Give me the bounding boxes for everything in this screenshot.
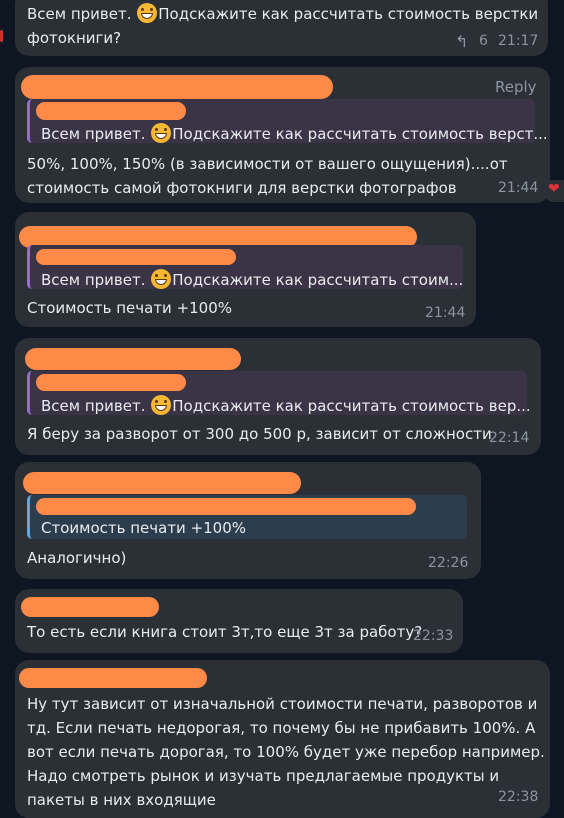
message-line: тд. Если печать недорогая, то почему бы … — [27, 719, 536, 737]
message-bubble-2[interactable]: Reply Всем привет. Подскажите как рассчи… — [15, 67, 550, 203]
message-time: 21:44 — [498, 180, 539, 196]
message-text: То есть если книга стоит 3т,то еще 3т за… — [27, 620, 422, 644]
message-line-rest: Подскажите как рассчитать стоимость верс… — [158, 5, 539, 23]
message-text: 50%, 100%, 150% (в зависимости от вашего… — [27, 152, 508, 200]
message-line: вот если печать дорогая, то 100% будет у… — [27, 743, 545, 761]
message-line: Стоимость печати +100% — [27, 299, 233, 317]
reply-count: 6 — [479, 33, 488, 49]
reply-arrow-icon[interactable]: ↰ — [455, 32, 468, 51]
redacted-quote-author — [36, 249, 236, 265]
redacted-sender-name — [23, 472, 301, 494]
message-bubble-6[interactable]: То есть если книга стоит 3т,то еще 3т за… — [15, 589, 463, 653]
message-line: Ну тут зависит от изначальной стоимости … — [27, 695, 538, 713]
quoted-text: Стоимость печати +100% — [41, 519, 247, 537]
redacted-sender-name — [25, 348, 241, 370]
message-time: 22:14 — [489, 430, 530, 446]
unread-marker — [0, 30, 3, 42]
quoted-text-rest: Подскажите как рассчитать стоим... — [172, 271, 464, 289]
message-time: 22:26 — [428, 555, 469, 571]
message-text: Стоимость печати +100% — [27, 296, 232, 320]
message-text: Аналогично) — [27, 546, 126, 570]
message-bubble-5[interactable]: Стоимость печати +100% Аналогично) 22:26 — [15, 462, 481, 579]
redacted-quote-author — [36, 374, 186, 391]
redacted-sender-name — [21, 597, 159, 617]
message-time: 21:44 — [425, 305, 466, 321]
quoted-text: Всем привет. Подскажите как рассчитать с… — [41, 395, 531, 415]
message-line: Всем привет. Подскажите как рассчитать с… — [27, 3, 539, 23]
quoted-text-rest: Подскажите как рассчитать стоимость верс… — [172, 125, 548, 143]
heart-icon: ❤ — [548, 181, 560, 197]
message-bubble-1[interactable]: Всем привет. Подскажите как рассчитать с… — [15, 0, 548, 56]
message-line: То есть если книга стоит 3т,то еще 3т за… — [27, 623, 423, 641]
message-time: 22:38 — [498, 789, 539, 805]
grinning-emoji-icon — [151, 123, 172, 143]
grinning-emoji-icon — [151, 395, 172, 415]
message-line: стоимость самой фотокниги для верстки фо… — [27, 179, 457, 197]
message-line: Я беру за разворот от 300 до 500 р, зави… — [27, 425, 492, 443]
message-text: Я беру за разворот от 300 до 500 р, зави… — [27, 422, 492, 446]
redacted-quote-author — [36, 102, 186, 120]
quoted-message[interactable]: Всем привет. Подскажите как рассчитать с… — [27, 245, 463, 289]
quoted-text-rest: Подскажите как рассчитать стоимость вер.… — [172, 397, 531, 415]
message-bubble-3[interactable]: Всем привет. Подскажите как рассчитать с… — [15, 212, 476, 327]
message-line: пакеты в них входящие — [27, 791, 216, 809]
reply-button[interactable]: Reply — [495, 78, 537, 96]
reaction-badge[interactable]: ❤ — [544, 180, 564, 202]
quoted-message[interactable]: Стоимость печати +100% — [27, 495, 467, 539]
redacted-sender-name — [21, 75, 333, 99]
grinning-emoji-icon — [137, 3, 158, 23]
quoted-message[interactable]: Всем привет. Подскажите как рассчитать с… — [27, 371, 531, 415]
message-line: Надо смотреть рынок и изучать предлагаем… — [27, 767, 500, 785]
message-line: Аналогично) — [27, 549, 127, 567]
grinning-emoji-icon — [151, 269, 172, 289]
redacted-quote-author — [36, 498, 416, 515]
message-text: Ну тут зависит от изначальной стоимости … — [27, 692, 545, 812]
message-bubble-7[interactable]: Ну тут зависит от изначальной стоимости … — [15, 660, 550, 818]
message-bubble-4[interactable]: Всем привет. Подскажите как рассчитать с… — [15, 338, 541, 455]
quoted-message[interactable]: Всем привет. Подскажите как рассчитать с… — [27, 99, 548, 143]
message-time: 22:33 — [413, 628, 454, 644]
redacted-sender-name — [19, 668, 207, 688]
message-time: 21:17 — [498, 33, 539, 49]
quoted-text: Всем привет. Подскажите как рассчитать с… — [41, 123, 548, 143]
message-line: 50%, 100%, 150% (в зависимости от вашего… — [27, 155, 508, 173]
quoted-text: Всем привет. Подскажите как рассчитать с… — [41, 269, 464, 289]
